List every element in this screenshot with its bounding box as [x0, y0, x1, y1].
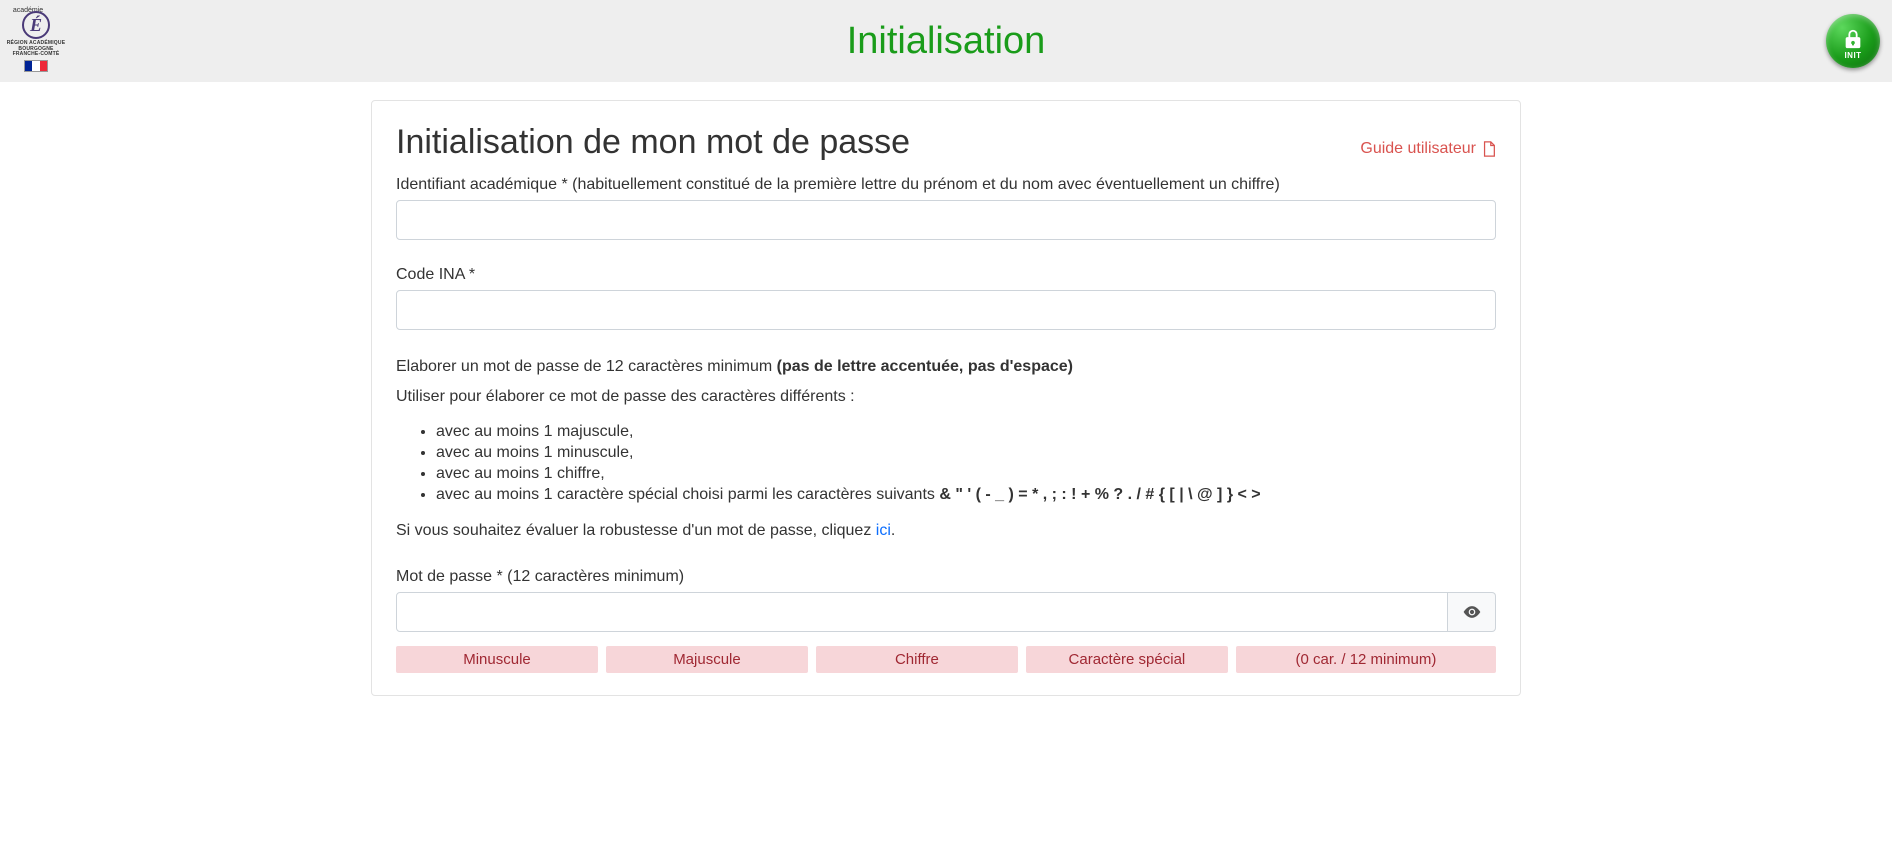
init-badge-label: INIT: [1844, 51, 1861, 60]
pdf-icon: [1482, 141, 1496, 157]
identifiant-label: Identifiant académique * (habituellement…: [396, 176, 1496, 194]
logo-region-line3: FRANCHE-COMTÉ: [6, 52, 66, 58]
meter-chip-count: (0 car. / 12 minimum): [1236, 646, 1496, 673]
instruction-line-2: Utiliser pour élaborer ce mot de passe d…: [396, 384, 1496, 410]
meter-chip-chiffre: Chiffre: [816, 646, 1018, 673]
guide-link-label: Guide utilisateur: [1360, 140, 1476, 158]
robustness-link[interactable]: ici: [876, 522, 891, 539]
list-item: avec au moins 1 caractère spécial choisi…: [436, 486, 1496, 504]
guide-link[interactable]: Guide utilisateur: [1360, 140, 1496, 158]
french-flag-icon: [24, 60, 48, 72]
init-badge-icon: INIT: [1826, 14, 1880, 68]
page-title: Initialisation: [847, 20, 1046, 63]
password-rules-list: avec au moins 1 majuscule, avec au moins…: [436, 423, 1496, 504]
password-label: Mot de passe * (12 caractères minimum): [396, 568, 1496, 586]
list-item: avec au moins 1 minuscule,: [436, 444, 1496, 462]
meter-chip-special: Caractère spécial: [1026, 646, 1228, 673]
academie-logo: académie É RÉGION ACADÉMIQUE BOURGOGNE F…: [6, 4, 66, 72]
code-ina-input[interactable]: [396, 290, 1496, 330]
panel-title: Initialisation de mon mot de passe: [396, 123, 910, 162]
identifiant-input[interactable]: [396, 200, 1496, 240]
eye-icon: [1462, 602, 1482, 622]
header-bar: académie É RÉGION ACADÉMIQUE BOURGOGNE F…: [0, 0, 1892, 82]
password-input[interactable]: [396, 592, 1448, 632]
code-ina-label: Code INA *: [396, 266, 1496, 284]
main-panel: Initialisation de mon mot de passe Guide…: [371, 100, 1521, 696]
password-strength-meter: Minuscule Majuscule Chiffre Caractère sp…: [396, 646, 1496, 673]
meter-chip-minuscule: Minuscule: [396, 646, 598, 673]
list-item: avec au moins 1 chiffre,: [436, 465, 1496, 483]
list-item: avec au moins 1 majuscule,: [436, 423, 1496, 441]
meter-chip-majuscule: Majuscule: [606, 646, 808, 673]
instruction-line-1: Elaborer un mot de passe de 12 caractère…: [396, 354, 1496, 380]
robustness-line: Si vous souhaitez évaluer la robustesse …: [396, 518, 1496, 544]
logo-e-icon: É: [22, 11, 50, 39]
lock-icon: [1842, 28, 1864, 50]
toggle-password-visibility-button[interactable]: [1448, 592, 1496, 632]
